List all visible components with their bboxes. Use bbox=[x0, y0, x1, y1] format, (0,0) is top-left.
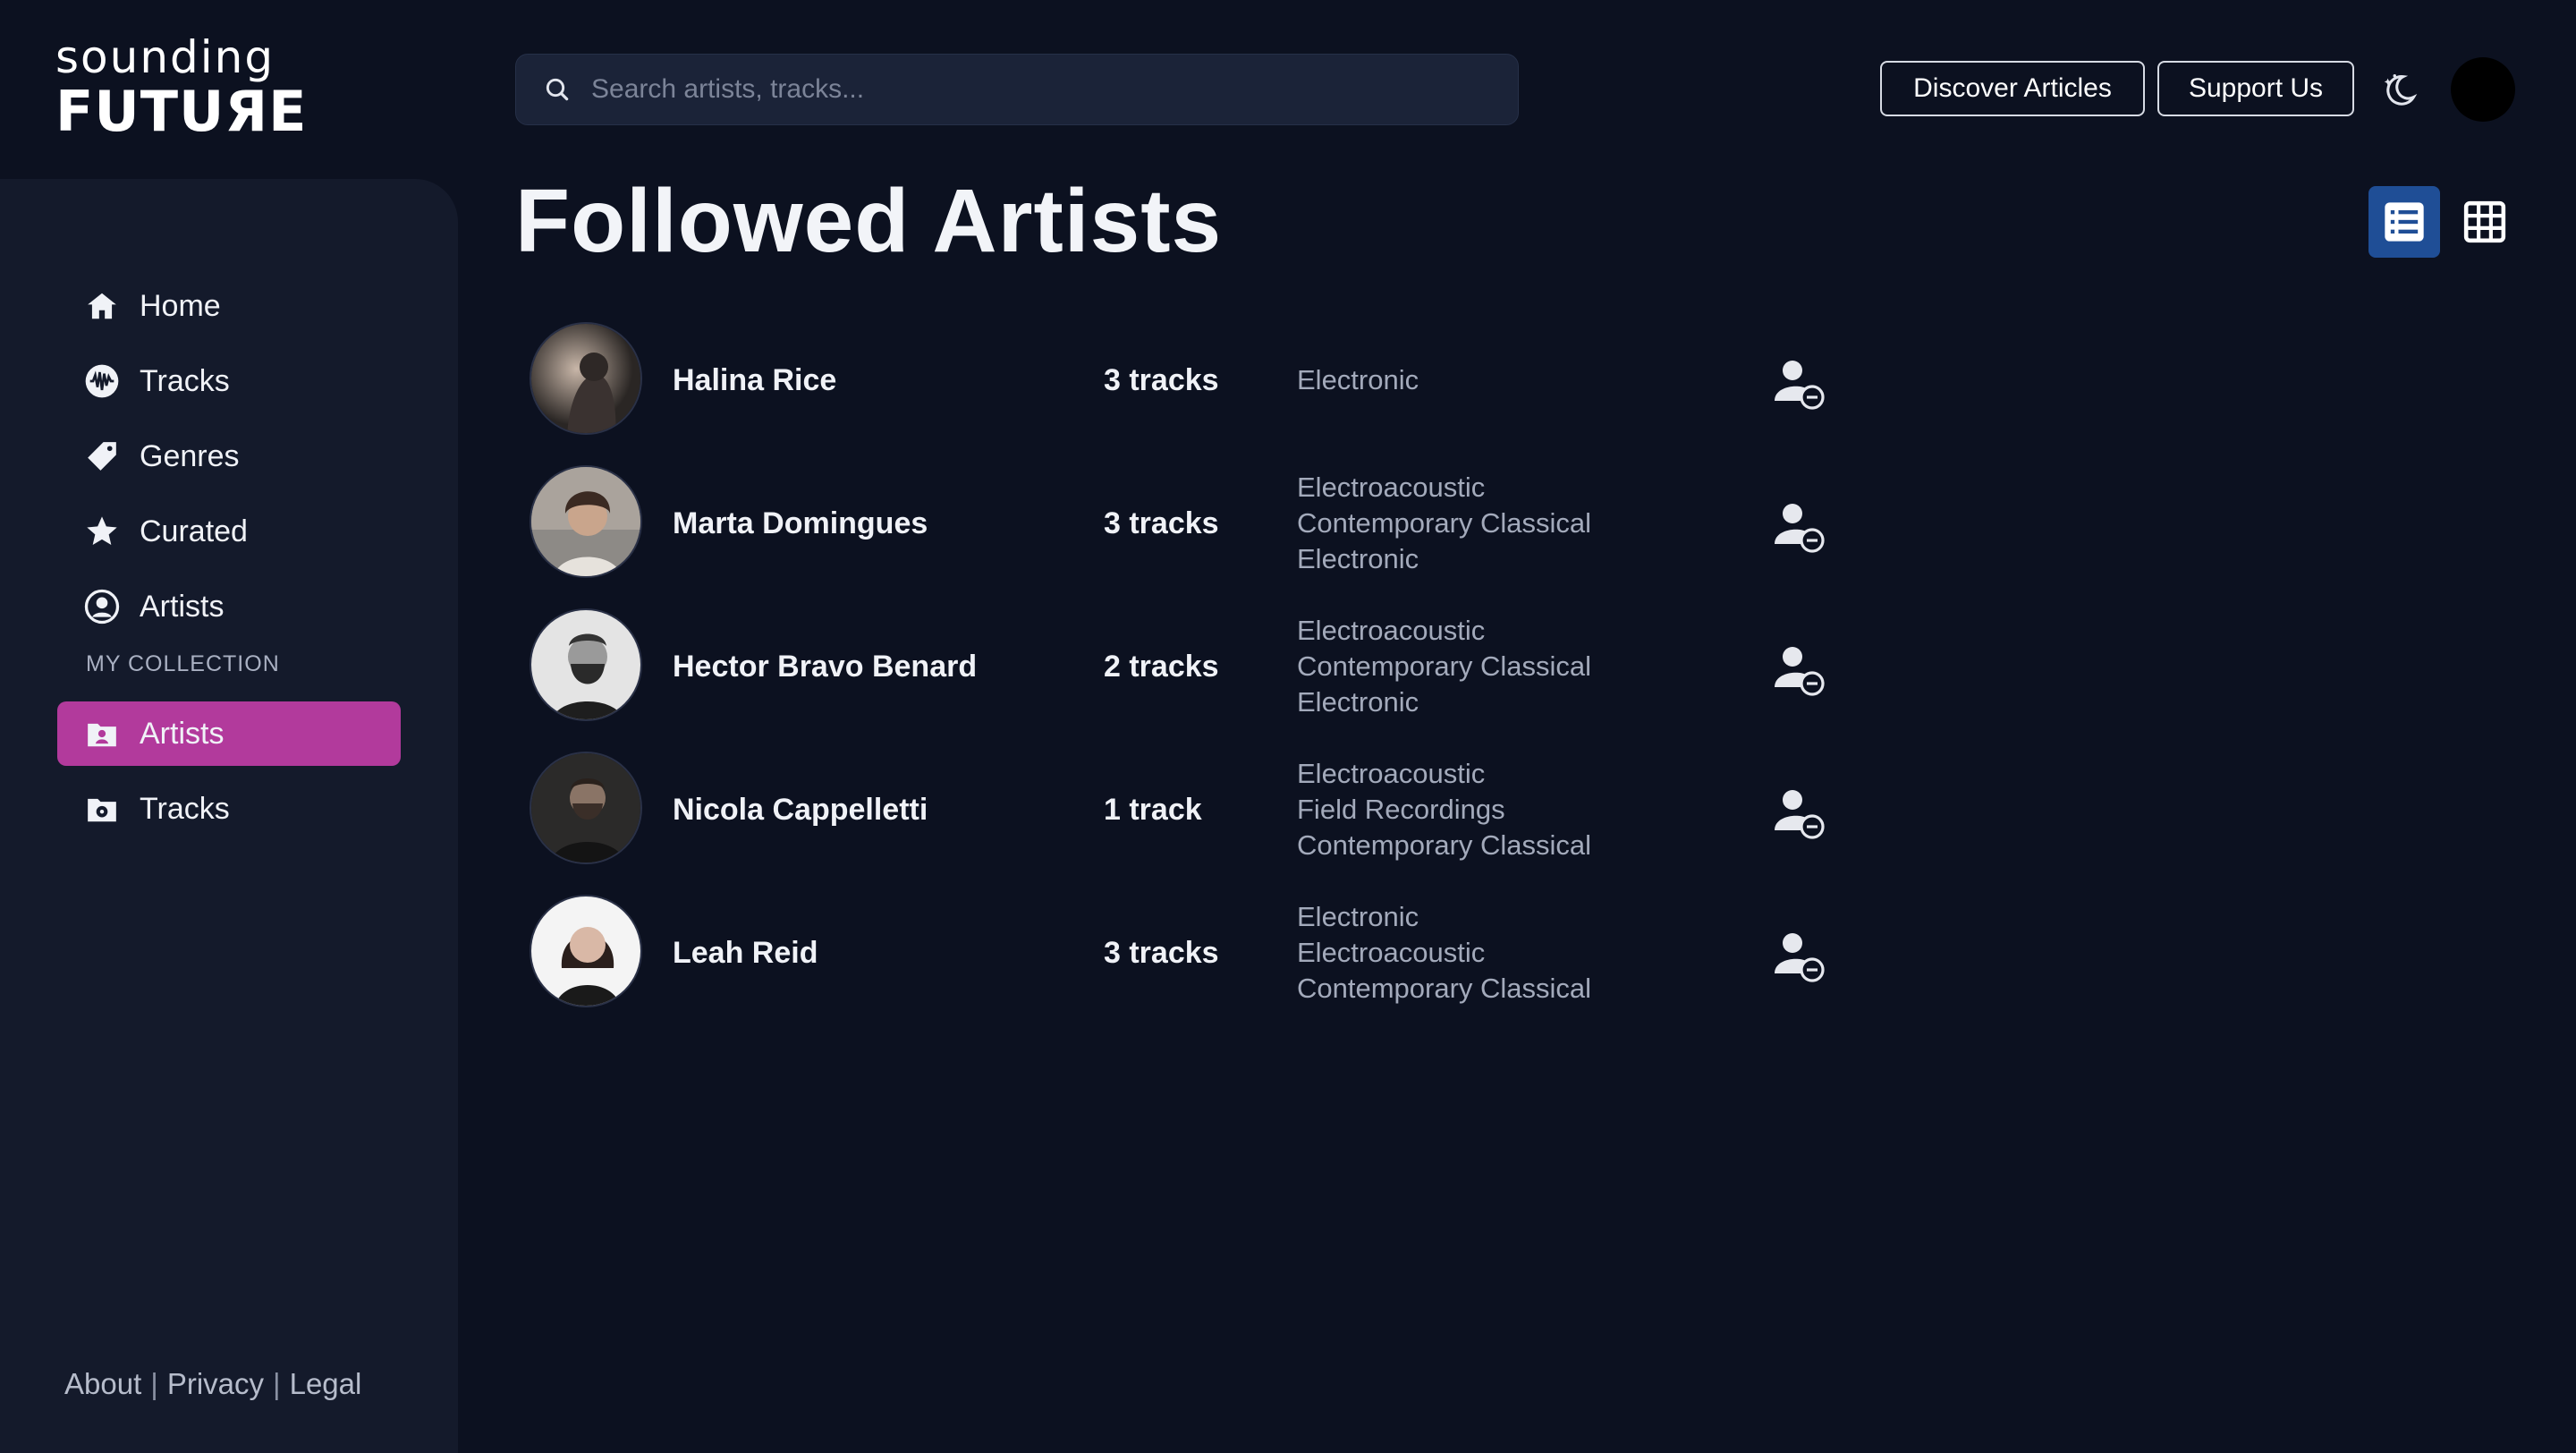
about-link[interactable]: About bbox=[64, 1367, 141, 1400]
sidebar-item-genres[interactable]: Genres bbox=[57, 424, 401, 489]
star-icon bbox=[84, 514, 120, 549]
unfollow-user-icon[interactable] bbox=[1769, 354, 1826, 412]
artist-name[interactable]: Marta Domingues bbox=[673, 465, 928, 582]
user-avatar[interactable] bbox=[2451, 57, 2515, 122]
artist-name[interactable]: Halina Rice bbox=[673, 322, 836, 438]
sidebar-item-artists[interactable]: Artists bbox=[57, 574, 401, 639]
genre-label: Field Recordings bbox=[1297, 794, 1505, 825]
unfollow-user-icon[interactable] bbox=[1769, 784, 1826, 841]
unfollow-user-icon[interactable] bbox=[1769, 641, 1826, 698]
artist-photo[interactable] bbox=[530, 895, 642, 1007]
footer-separator: | bbox=[150, 1367, 158, 1400]
sidebar-item-label: Tracks bbox=[140, 363, 230, 398]
folder-user-icon bbox=[84, 716, 120, 752]
track-count: 3 tracks bbox=[1104, 362, 1219, 397]
artist-name[interactable]: Leah Reid bbox=[673, 895, 818, 1011]
discover-articles-button[interactable]: Discover Articles bbox=[1880, 61, 2145, 116]
home-icon bbox=[84, 288, 120, 324]
collection-item-label: Tracks bbox=[140, 791, 230, 826]
genre-label: Contemporary Classical bbox=[1297, 650, 1592, 682]
genre-label: Electronic bbox=[1297, 364, 1419, 395]
collection-item-label: Artists bbox=[140, 716, 225, 751]
genre-label: Electroacoustic bbox=[1297, 937, 1486, 968]
track-count: 2 tracks bbox=[1104, 649, 1219, 684]
search-icon bbox=[546, 78, 569, 101]
track-count: 3 tracks bbox=[1104, 935, 1219, 970]
sidebar-item-label: Curated bbox=[140, 514, 248, 548]
artist-name[interactable]: Nicola Cappelletti bbox=[673, 752, 928, 868]
support-us-button[interactable]: Support Us bbox=[2157, 61, 2354, 116]
folder-music-icon bbox=[84, 791, 120, 827]
track-count: 1 track bbox=[1104, 792, 1202, 827]
genre-label: Electroacoustic bbox=[1297, 758, 1486, 789]
sidebar-item-curated[interactable]: Curated bbox=[57, 499, 401, 564]
page-title: Followed Artists bbox=[515, 171, 1223, 271]
logo-line-1: sounding bbox=[55, 31, 275, 83]
genre-label: Electroacoustic bbox=[1297, 615, 1486, 646]
footer-separator: | bbox=[273, 1367, 281, 1400]
genre-label: Contemporary Classical bbox=[1297, 507, 1592, 539]
grid-view-button[interactable] bbox=[2449, 186, 2521, 258]
list-icon bbox=[2385, 202, 2424, 242]
theme-toggle-moon-icon[interactable] bbox=[2379, 70, 2420, 111]
genre-label: Contemporary Classical bbox=[1297, 973, 1592, 1004]
grid-icon bbox=[2463, 200, 2506, 243]
sidebar-item-label: Genres bbox=[140, 438, 240, 473]
genre-label: Electroacoustic bbox=[1297, 472, 1486, 503]
list-view-button[interactable] bbox=[2368, 186, 2440, 258]
search-input[interactable]: Search artists, tracks... bbox=[591, 74, 864, 105]
artist-genres: Electronic Electroacoustic Contemporary … bbox=[1297, 895, 1591, 1011]
genre-label: Electronic bbox=[1297, 901, 1419, 932]
artist-genres: Electroacoustic Field Recordings Contemp… bbox=[1297, 752, 1591, 868]
collection-item-artists[interactable]: Artists bbox=[57, 701, 401, 766]
privacy-link[interactable]: Privacy bbox=[167, 1367, 264, 1400]
artist-genres: Electroacoustic Contemporary Classical E… bbox=[1297, 465, 1591, 582]
footer-links: About | Privacy | Legal bbox=[64, 1367, 361, 1401]
genre-label: Contemporary Classical bbox=[1297, 829, 1592, 861]
logo[interactable]: sounding FUTUЯE bbox=[55, 31, 308, 144]
artist-photo[interactable] bbox=[530, 322, 642, 435]
artist-row[interactable]: Marta Domingues 3 tracks Electroacoustic… bbox=[530, 465, 1853, 582]
artist-photo[interactable] bbox=[530, 752, 642, 864]
sidebar-item-label: Artists bbox=[140, 589, 225, 624]
artist-genres: Electroacoustic Contemporary Classical E… bbox=[1297, 608, 1591, 725]
user-circle-icon bbox=[84, 589, 120, 625]
logo-line-2: FUTUЯE bbox=[55, 79, 308, 144]
legal-link[interactable]: Legal bbox=[290, 1367, 362, 1400]
genre-label: Electronic bbox=[1297, 543, 1419, 574]
sidebar-item-home[interactable]: Home bbox=[57, 274, 401, 338]
artist-row[interactable]: Halina Rice 3 tracks Electronic bbox=[530, 322, 1853, 438]
track-count: 3 tracks bbox=[1104, 506, 1219, 540]
artist-name[interactable]: Hector Bravo Benard bbox=[673, 608, 977, 725]
soundwave-icon bbox=[84, 363, 120, 399]
sidebar-item-label: Home bbox=[140, 288, 221, 323]
collection-item-tracks[interactable]: Tracks bbox=[57, 777, 401, 841]
artist-genres: Electronic bbox=[1297, 322, 1419, 438]
tag-icon bbox=[84, 438, 120, 474]
artist-photo[interactable] bbox=[530, 465, 642, 578]
unfollow-user-icon[interactable] bbox=[1769, 927, 1826, 984]
artist-row[interactable]: Nicola Cappelletti 1 track Electroacoust… bbox=[530, 752, 1853, 868]
my-collection-heading: MY COLLECTION bbox=[86, 651, 280, 676]
artist-photo[interactable] bbox=[530, 608, 642, 721]
genre-label: Electronic bbox=[1297, 686, 1419, 718]
sidebar-item-tracks[interactable]: Tracks bbox=[57, 349, 401, 413]
artist-row[interactable]: Leah Reid 3 tracks Electronic Electroaco… bbox=[530, 895, 1853, 1011]
search-bar[interactable]: Search artists, tracks... bbox=[515, 54, 1519, 125]
artist-row[interactable]: Hector Bravo Benard 2 tracks Electroacou… bbox=[530, 608, 1853, 725]
unfollow-user-icon[interactable] bbox=[1769, 497, 1826, 555]
sidebar: Home Tracks Genres Curated Artists MY CO… bbox=[0, 179, 458, 1453]
